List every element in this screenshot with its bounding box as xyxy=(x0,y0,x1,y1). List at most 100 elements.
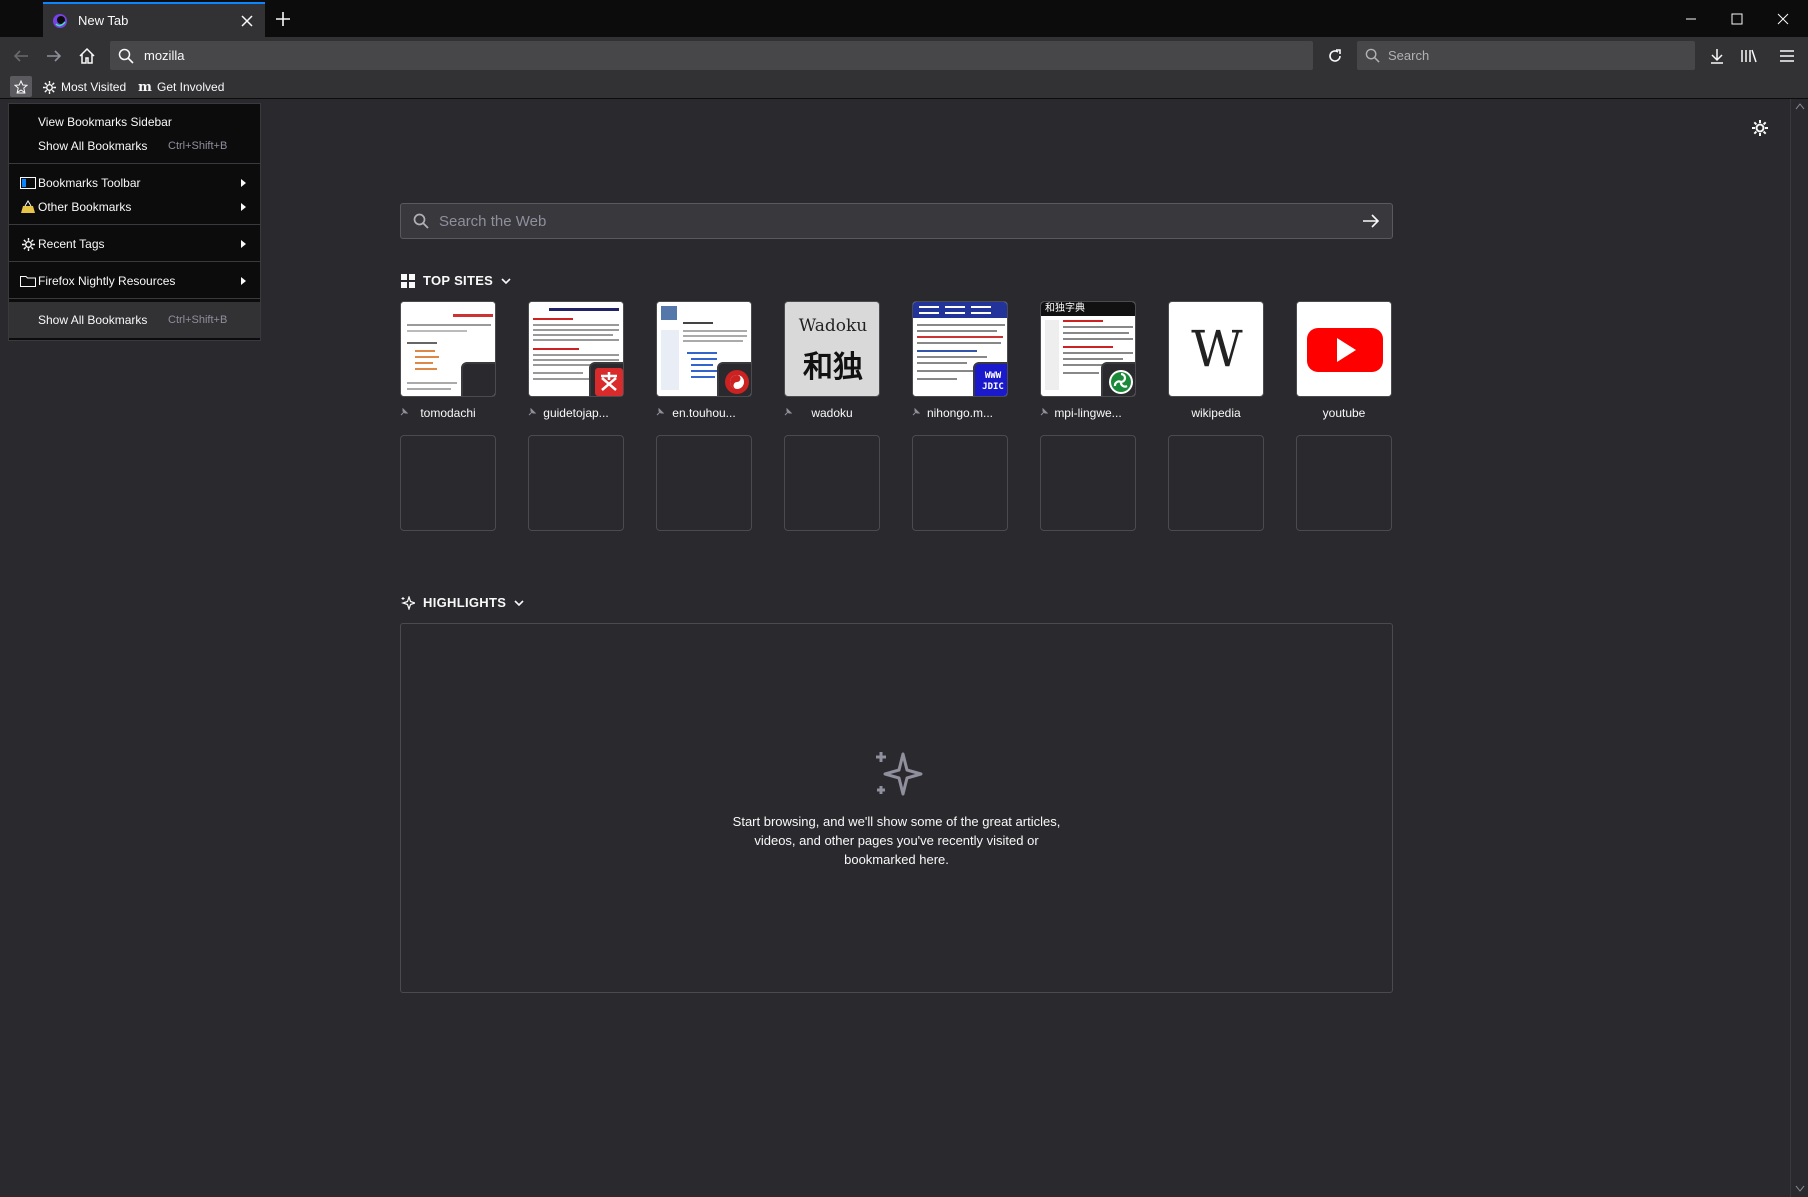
star-icon xyxy=(14,79,28,94)
web-search-box[interactable]: Search the Web xyxy=(400,203,1393,239)
youtube-logo-icon xyxy=(1297,302,1391,396)
close-icon xyxy=(1777,13,1789,24)
menu-separator xyxy=(9,163,260,164)
top-site-label[interactable]: mpi-lingwe... xyxy=(1033,406,1143,420)
empty-top-site-slot[interactable] xyxy=(1040,435,1136,531)
empty-top-site-slot[interactable] xyxy=(1296,435,1392,531)
close-window-button[interactable] xyxy=(1760,0,1806,37)
back-button[interactable] xyxy=(7,42,35,70)
wikipedia-logo-icon: W xyxy=(1191,320,1243,378)
download-icon xyxy=(1711,49,1723,64)
menu-item-label: View Bookmarks Sidebar xyxy=(38,115,172,129)
empty-top-site-slot[interactable] xyxy=(912,435,1008,531)
home-button[interactable] xyxy=(73,42,101,70)
top-sites-title: TOP SITES xyxy=(423,273,494,288)
page-scrollbar[interactable] xyxy=(1790,99,1808,1197)
top-site-tile-wadoku[interactable]: Wadoku 和独 xyxy=(784,301,880,397)
menu-item-label: Recent Tags xyxy=(38,237,105,251)
submenu-arrow-icon xyxy=(241,203,246,211)
bookmark-most-visited[interactable]: Most Visited xyxy=(42,78,126,96)
menu-item-firefox-nightly-resources[interactable]: Firefox Nightly Resources xyxy=(9,270,260,292)
menu-item-shortcut: Ctrl+Shift+B xyxy=(168,314,228,326)
menu-button[interactable] xyxy=(1773,42,1801,70)
mpi-logo-text: 和独字典 xyxy=(1045,303,1085,314)
highlights-empty-text: Start browsing, and we'll show some of t… xyxy=(732,814,1061,867)
top-site-tile-mpi-lingweb[interactable]: 和独字典 xyxy=(1040,301,1136,397)
bookmarks-toolbar: Most Visited m Get Involved xyxy=(0,75,1808,99)
bookmark-get-involved[interactable]: m Get Involved xyxy=(138,78,224,96)
bookmark-label: Get Involved xyxy=(157,80,225,94)
search-bar-input[interactable]: Search xyxy=(1388,48,1429,63)
hamburger-menu-icon xyxy=(1780,50,1794,62)
sparkle-large-icon xyxy=(876,752,923,796)
wadoku-logo-kanji: 和独 xyxy=(803,350,863,385)
empty-top-site-slot[interactable] xyxy=(400,435,496,531)
top-site-tile-guidetojapanese[interactable] xyxy=(528,301,624,397)
mozilla-m-icon: m xyxy=(138,79,152,95)
minimize-icon xyxy=(1686,18,1696,19)
top-site-label[interactable]: youtube xyxy=(1289,406,1399,420)
chevron-down-icon[interactable] xyxy=(501,276,511,286)
gear-icon xyxy=(20,237,36,251)
bookmark-label: Most Visited xyxy=(61,80,127,94)
menu-item-bookmarks-toolbar[interactable]: Bookmarks Toolbar xyxy=(9,172,260,194)
menu-separator xyxy=(9,224,260,225)
menu-item-other-bookmarks[interactable]: Other Bookmarks xyxy=(9,196,260,218)
library-button[interactable] xyxy=(1735,42,1763,70)
web-search-input[interactable]: Search the Web xyxy=(439,213,1362,230)
url-bar[interactable]: mozilla xyxy=(110,41,1313,70)
highlights-heading[interactable]: HIGHLIGHTS xyxy=(401,595,524,610)
empty-top-site-slot[interactable] xyxy=(656,435,752,531)
top-site-label[interactable]: en.touhou... xyxy=(649,406,759,420)
new-tab-button[interactable] xyxy=(270,6,296,32)
reload-button[interactable] xyxy=(1321,42,1349,70)
nav-bar: mozilla Search xyxy=(0,37,1808,75)
top-sites-heading[interactable]: TOP SITES xyxy=(401,273,511,288)
bookmarks-menu-button[interactable] xyxy=(10,76,32,97)
site-icon-badge: WWW JDIC xyxy=(973,362,1007,396)
settings-gear-icon[interactable] xyxy=(1750,118,1770,138)
menu-separator xyxy=(9,261,260,262)
close-tab-icon[interactable] xyxy=(235,9,259,33)
browser-window: New Tab mozilla Search Most Visited m Ge… xyxy=(0,0,1808,1197)
chevron-down-icon[interactable] xyxy=(514,598,524,608)
top-site-label[interactable]: nihongo.m... xyxy=(905,406,1015,420)
sparkle-icon xyxy=(401,595,415,610)
search-submit-arrow-icon[interactable] xyxy=(1362,213,1380,229)
top-site-tile-nihongo[interactable]: WWW JDIC xyxy=(912,301,1008,397)
search-bar[interactable]: Search xyxy=(1357,41,1695,70)
top-site-label[interactable]: guidetojap... xyxy=(521,406,631,420)
tab-new-tab[interactable]: New Tab xyxy=(43,2,265,37)
site-icon-badge xyxy=(589,362,623,396)
submenu-arrow-icon xyxy=(241,179,246,187)
menu-item-show-all-bookmarks-footer[interactable]: Show All Bookmarks Ctrl+Shift+B xyxy=(9,302,260,338)
maximize-button[interactable] xyxy=(1714,0,1760,37)
top-site-tile-youtube[interactable] xyxy=(1296,301,1392,397)
home-icon xyxy=(79,47,95,64)
bookmarks-toolbar-icon xyxy=(20,176,36,190)
wwwjdic-logo-text: WWW JDIC xyxy=(982,371,1004,392)
menu-item-show-all-bookmarks[interactable]: Show All Bookmarks Ctrl+Shift+B xyxy=(9,135,260,157)
empty-top-site-slot[interactable] xyxy=(528,435,624,531)
site-icon-badge xyxy=(717,362,751,396)
top-site-label[interactable]: wadoku xyxy=(777,406,887,420)
top-site-tile-tomodachi[interactable] xyxy=(400,301,496,397)
empty-top-site-slot[interactable] xyxy=(1168,435,1264,531)
top-site-label[interactable]: wikipedia xyxy=(1161,406,1271,420)
top-site-tile-en-touhou[interactable] xyxy=(656,301,752,397)
empty-top-site-slot[interactable] xyxy=(784,435,880,531)
top-site-tile-wikipedia[interactable]: W xyxy=(1168,301,1264,397)
tab-title: New Tab xyxy=(78,13,129,28)
scroll-down-icon[interactable] xyxy=(1795,1185,1805,1193)
downloads-button[interactable] xyxy=(1703,42,1731,70)
minimize-button[interactable] xyxy=(1668,0,1714,37)
url-input[interactable]: mozilla xyxy=(144,48,184,63)
library-icon xyxy=(1741,49,1757,63)
menu-item-recent-tags[interactable]: Recent Tags xyxy=(9,233,260,255)
forward-button[interactable] xyxy=(40,42,68,70)
scroll-up-icon[interactable] xyxy=(1795,102,1805,110)
top-site-label[interactable]: tomodachi xyxy=(393,406,503,420)
submenu-arrow-icon xyxy=(241,240,246,248)
menu-item-view-bookmarks-sidebar[interactable]: View Bookmarks Sidebar xyxy=(9,111,260,133)
menu-separator xyxy=(9,298,260,299)
